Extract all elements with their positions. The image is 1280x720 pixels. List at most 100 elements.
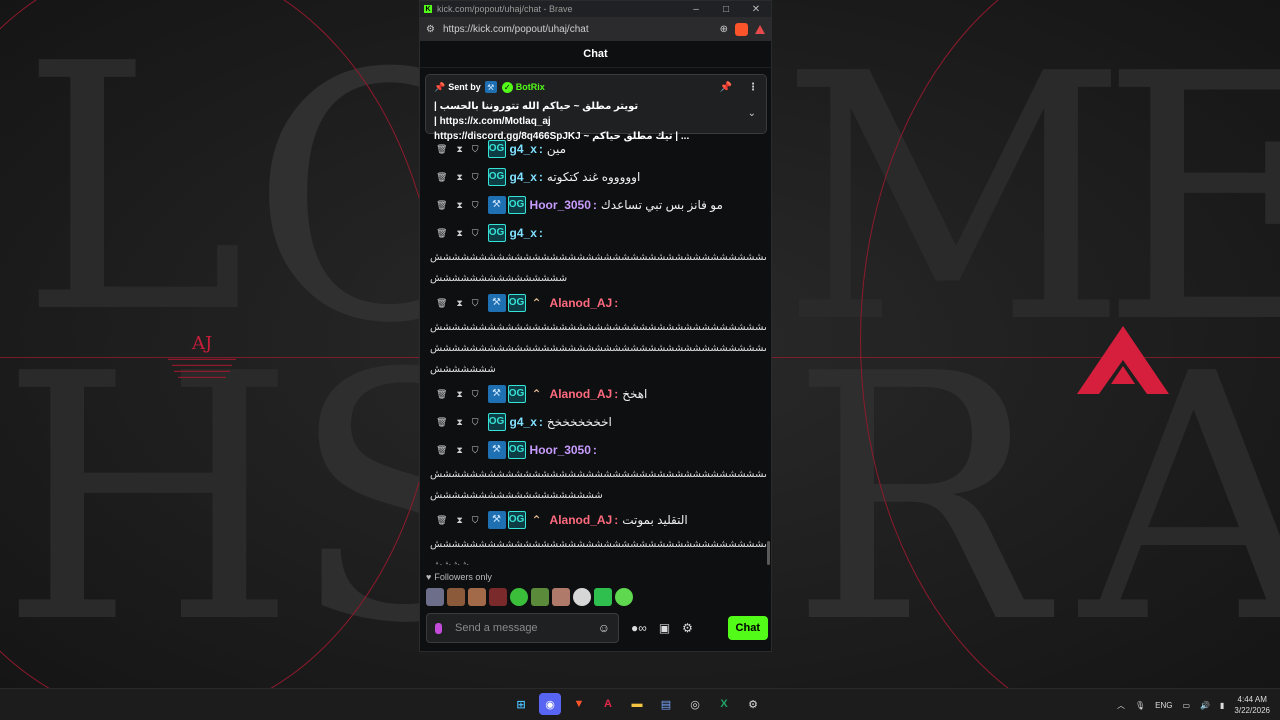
ban-icon[interactable]: ⛉ [472, 380, 479, 408]
delete-icon[interactable]: 🗑 [436, 289, 447, 317]
ban-icon[interactable]: ⛉ [472, 408, 479, 436]
emote-icon[interactable] [489, 588, 507, 606]
chevron-up-icon[interactable]: ︿ [1117, 700, 1125, 711]
excel-icon[interactable]: X [713, 693, 735, 715]
delete-icon[interactable]: 🗑 [436, 506, 447, 534]
brave-rewards-icon[interactable] [755, 24, 765, 34]
delete-icon[interactable]: 🗑 [436, 408, 447, 436]
delete-icon[interactable]: 🗑 [436, 135, 447, 163]
emote-icon[interactable] [468, 588, 486, 606]
ban-icon[interactable]: ⛉ [472, 163, 479, 191]
microphone-icon[interactable] [435, 622, 442, 634]
emote-icon[interactable] [531, 588, 549, 606]
chat-message[interactable]: 🗑 ⧗ ⛉ OG g4_x: اخخخخخخخخ [426, 408, 766, 436]
chat-username[interactable]: g4_x [510, 219, 537, 247]
network-icon[interactable]: ▭ [1182, 701, 1190, 710]
chat-message[interactable]: 🗑 ⧗ ⛉ OG g4_x: مين [426, 135, 766, 163]
file-explorer-icon[interactable]: ▬ [626, 693, 648, 715]
chat-username[interactable]: g4_x [510, 163, 537, 191]
delete-icon[interactable]: 🗑 [436, 191, 447, 219]
chat-message-text: التقليد بموتت [622, 513, 688, 527]
moderator-badge-icon: ⚒ [487, 441, 506, 459]
language-indicator[interactable]: ENG [1155, 701, 1172, 710]
discord-icon[interactable]: ◉ [539, 693, 561, 715]
timeout-icon[interactable]: ⧗ [456, 163, 462, 191]
emote-icon[interactable] [510, 588, 528, 606]
chat-message[interactable]: 🗑 ⧗ ⛉ ⚒ OG ⌃ Alanod_AJ: اهخخ [426, 380, 766, 408]
chat-username[interactable]: Alanod_AJ [550, 289, 613, 317]
maximize-button[interactable]: □ [711, 4, 741, 15]
delete-icon[interactable]: 🗑 [436, 380, 447, 408]
timeout-icon[interactable]: ⧗ [456, 380, 462, 408]
timeout-icon[interactable]: ⧗ [456, 289, 462, 317]
kicks-icon[interactable]: ●∞ [631, 621, 647, 635]
chat-username[interactable]: Alanod_AJ [550, 506, 613, 534]
microphone-tray-icon[interactable]: 🎙 [1135, 701, 1145, 710]
url-text[interactable]: https://kick.com/popout/uhaj/chat [443, 24, 589, 35]
battery-icon[interactable]: ▮ [1220, 701, 1224, 710]
delete-icon[interactable]: 🗑 [436, 163, 447, 191]
store-icon[interactable]: ▣ [659, 621, 670, 635]
emote-icon[interactable] [573, 588, 591, 606]
emote-icon[interactable] [426, 588, 444, 606]
chat-username[interactable]: Hoor_3050 [530, 191, 591, 219]
ban-icon[interactable]: ⛉ [472, 191, 479, 219]
chat-username[interactable]: g4_x [510, 408, 537, 436]
chat-username[interactable]: Alanod_AJ [550, 380, 613, 408]
emote-icon[interactable] [552, 588, 570, 606]
unpin-icon[interactable]: 📌 [720, 82, 732, 93]
timeout-icon[interactable]: ⧗ [456, 436, 462, 464]
pinned-line-1[interactable]: تويتر مطلق ~ حياكم الله تتوروننا بالحسب … [434, 99, 736, 129]
chat-message[interactable]: 🗑 ⧗ ⛉ ⚒ OG Hoor_3050: مو فانز بس تبي تساعدك [426, 191, 766, 219]
timeout-icon[interactable]: ⧗ [456, 408, 462, 436]
address-bar[interactable]: ⚙ https://kick.com/popout/uhaj/chat ⊕ [420, 17, 771, 41]
chevron-down-icon[interactable]: ⌄ [748, 108, 756, 119]
chat-message[interactable]: 🗑 ⧗ ⛉ OG g4_x: اوووووه غند كتكوته [426, 163, 766, 191]
chat-scrollbar[interactable] [767, 541, 770, 565]
chat-username[interactable]: g4_x [510, 135, 537, 163]
ban-icon[interactable]: ⛉ [472, 135, 479, 163]
timeout-icon[interactable]: ⧗ [456, 506, 462, 534]
app-icon[interactable]: ▤ [655, 693, 677, 715]
ban-icon[interactable]: ⛉ [472, 506, 479, 534]
message-input[interactable]: Send a message ☺ [426, 613, 619, 643]
obs-icon[interactable]: ◎ [684, 693, 706, 715]
volume-icon[interactable]: 🔊 [1200, 701, 1210, 710]
brave-icon[interactable]: ▼ [568, 693, 590, 715]
chat-message[interactable]: 🗑 ⧗ ⛉ ⚒ OG ⌃ Alanod_AJ: ششششششششششششششششششششششش… [426, 289, 766, 380]
chat-message[interactable]: 🗑 ⧗ ⛉ ⚒ OG Hoor_3050: شششششششششششششششششششششششش… [426, 436, 766, 506]
timeout-icon[interactable]: ⧗ [456, 135, 462, 163]
emote-icon[interactable] [615, 588, 633, 606]
windows-start-icon[interactable]: ⊞ [510, 693, 532, 715]
chat-message-text: اوووووه غند كتكوته [546, 170, 641, 184]
minimize-button[interactable]: – [681, 4, 711, 15]
message-placeholder[interactable]: Send a message [455, 622, 538, 634]
ban-icon[interactable]: ⛉ [472, 219, 479, 247]
emote-icon[interactable] [447, 588, 465, 606]
zoom-icon[interactable]: ⊕ [720, 24, 728, 35]
pinned-sender-name[interactable]: BotRix [516, 82, 545, 92]
ban-icon[interactable]: ⛉ [472, 436, 479, 464]
pinned-message[interactable]: 📌 Sent by ⚒ ✓ BotRix 📌 ⋮ تويتر مطلق ~ حي… [425, 74, 767, 142]
steam-icon[interactable]: ⚙ [742, 693, 764, 715]
timeout-icon[interactable]: ⧗ [456, 219, 462, 247]
apex-icon[interactable]: A [597, 693, 619, 715]
emote-icon[interactable] [594, 588, 612, 606]
more-options-icon[interactable]: ⋮ [748, 82, 758, 93]
chat-username[interactable]: Hoor_3050 [530, 436, 591, 464]
delete-icon[interactable]: 🗑 [436, 219, 447, 247]
clock[interactable]: 4:44 AM 3/22/2026 [1234, 694, 1270, 716]
brave-shields-icon[interactable] [735, 22, 748, 36]
ban-icon[interactable]: ⛉ [472, 289, 479, 317]
chat-message[interactable]: 🗑 ⧗ ⛉ OG g4_x: شششششششششششششششششششششششششششششش… [426, 219, 766, 289]
timeout-icon[interactable]: ⧗ [456, 191, 462, 219]
chat-message-list[interactable]: 🗑 ⧗ ⛉ OG g4_x: مين 🗑 ⧗ ⛉ OG g4_x: اوووووه غند كتكوت… [426, 135, 766, 565]
chat-message[interactable]: 🗑 ⧗ ⛉ ⚒ OG ⌃ Alanod_AJ: التقليد بموتت شششششششششش… [426, 506, 766, 565]
emote-bar [426, 588, 633, 606]
settings-gear-icon[interactable]: ⚙ [682, 621, 693, 635]
site-info-icon[interactable]: ⚙ [426, 24, 435, 35]
emoji-icon[interactable]: ☺ [598, 621, 610, 635]
close-button[interactable]: ✕ [741, 4, 771, 15]
delete-icon[interactable]: 🗑 [436, 436, 447, 464]
send-chat-button[interactable]: Chat [727, 616, 768, 640]
